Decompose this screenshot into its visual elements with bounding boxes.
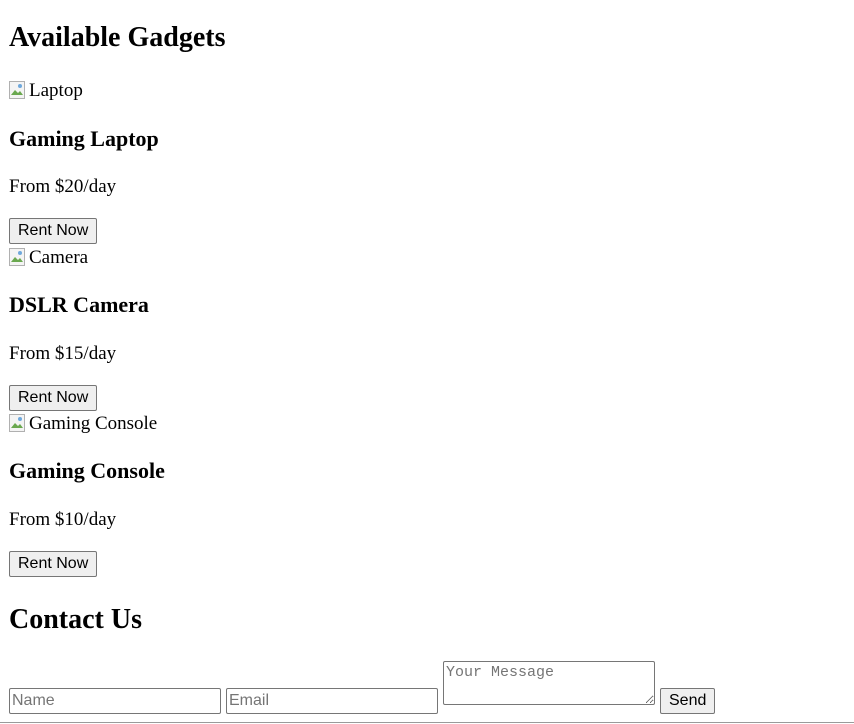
image-alt-text: Laptop — [29, 79, 83, 101]
image-alt-text: Camera — [29, 246, 89, 268]
gadget-name: DSLR Camera — [9, 292, 149, 317]
gadget-image-camera: Camera — [9, 246, 88, 268]
email-field[interactable] — [226, 688, 438, 714]
image-alt-text: Gaming Console — [29, 412, 158, 434]
gadget-name: Gaming Laptop — [9, 126, 159, 151]
send-button[interactable]: Send — [660, 688, 716, 714]
rent-now-button-camera[interactable]: Rent Now — [9, 385, 98, 411]
rent-now-button-laptop[interactable]: Rent Now — [9, 218, 98, 244]
gadget-image-console: Gaming Console — [9, 412, 157, 434]
message-field[interactable] — [443, 661, 655, 705]
broken-image-icon — [9, 248, 25, 266]
page-bottom-divider — [0, 722, 854, 723]
gadget-price: From $20/day — [9, 176, 117, 197]
broken-image-icon — [9, 81, 25, 99]
name-field[interactable] — [9, 688, 221, 714]
gadget-name: Gaming Console — [9, 458, 165, 483]
page-title: Available Gadgets — [9, 22, 226, 53]
broken-image-icon — [9, 414, 25, 432]
gadget-image-laptop: Laptop — [9, 79, 83, 101]
gadget-price: From $15/day — [9, 343, 117, 364]
contact-title: Contact Us — [9, 604, 142, 635]
rent-now-button-console[interactable]: Rent Now — [9, 551, 98, 577]
gadget-price: From $10/day — [9, 509, 117, 530]
